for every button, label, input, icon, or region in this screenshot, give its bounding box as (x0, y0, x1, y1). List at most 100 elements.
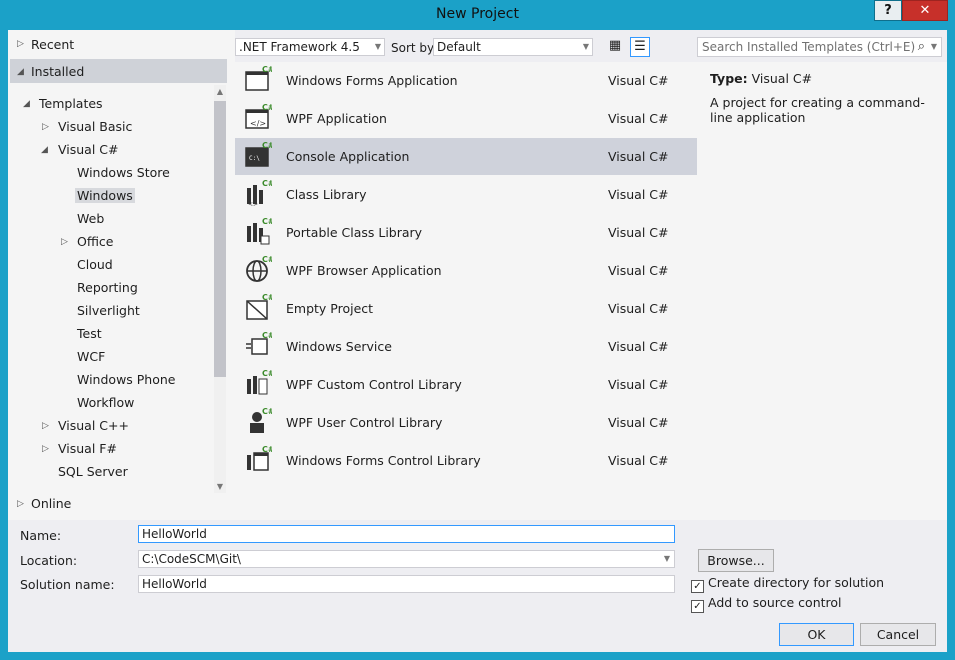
tree-item-windows[interactable]: Windows (75, 184, 135, 207)
svg-text:<>: <> (248, 201, 258, 208)
csharp-badge: C# (262, 142, 272, 150)
close-button[interactable]: ✕ (902, 0, 948, 21)
details-type: Type: Visual C# (710, 71, 812, 86)
cancel-button[interactable]: Cancel (860, 623, 936, 646)
title-bar: New Project ? ✕ (0, 0, 955, 30)
csharp-badge: C# (262, 332, 272, 340)
collapse-arrow-icon[interactable]: ◢ (17, 67, 24, 77)
framework-select[interactable]: .NET Framework 4.5 ▼ (235, 38, 385, 56)
solution-name-value: HelloWorld (142, 577, 207, 591)
template-language: Visual C# (608, 225, 669, 240)
new-project-dialog: New Project ? ✕ ▷ Recent ◢ Installed ◢ T… (0, 0, 955, 660)
tree-item-office[interactable]: Office (77, 230, 114, 253)
template-row[interactable]: </> C# WPF Application Visual C# (235, 100, 697, 137)
template-language: Visual C# (608, 301, 669, 316)
csharp-badge: C# (262, 294, 272, 302)
collapse-arrow-icon[interactable]: ◢ (23, 99, 30, 109)
tree-item-recent[interactable]: Recent (31, 33, 74, 56)
template-name: Windows Forms Control Library (286, 453, 481, 468)
template-language: Visual C# (608, 415, 669, 430)
template-row[interactable]: C# Windows Forms Control Library Visual … (235, 442, 697, 479)
tree-item-wcf[interactable]: WCF (77, 345, 105, 368)
solution-name-field[interactable]: HelloWorld (138, 575, 675, 593)
template-row[interactable]: C# WPF Browser Application Visual C# (235, 252, 697, 289)
template-row[interactable]: C# Windows Service Visual C# (235, 328, 697, 365)
scroll-up-icon[interactable]: ▲ (215, 87, 225, 96)
browse-button[interactable]: Browse... (698, 549, 774, 572)
dialog-client: ▷ Recent ◢ Installed ◢ Templates ▷ Visua… (8, 30, 947, 652)
chevron-down-icon[interactable]: ▼ (931, 38, 937, 56)
scroll-down-icon[interactable]: ▼ (215, 482, 225, 491)
source-control-label: Add to source control (708, 595, 842, 610)
checkmark-icon[interactable]: ✓ (691, 580, 704, 593)
search-input[interactable]: Search Installed Templates (Ctrl+E) ⌕ ▼ (697, 37, 942, 57)
expand-arrow-icon[interactable]: ▷ (61, 237, 68, 247)
template-language: Visual C# (608, 149, 669, 164)
type-label: Type: (710, 71, 748, 86)
tree-item-sql-server[interactable]: SQL Server (58, 460, 128, 483)
tree-item-web[interactable]: Web (77, 207, 104, 230)
template-language: Visual C# (608, 339, 669, 354)
search-icon[interactable]: ⌕ (918, 38, 925, 56)
expand-arrow-icon[interactable]: ▷ (42, 421, 49, 431)
tree-item-online[interactable]: Online (31, 492, 71, 515)
tree-item-windows-store[interactable]: Windows Store (77, 161, 170, 184)
tree-item-templates[interactable]: Templates (39, 92, 103, 115)
tree-item-silverlight[interactable]: Silverlight (77, 299, 140, 322)
svg-text:</>: </> (250, 119, 266, 128)
collapse-arrow-icon[interactable]: ◢ (41, 145, 48, 155)
list-view-icon[interactable]: ☰ (630, 37, 650, 57)
expand-arrow-icon[interactable]: ▷ (17, 39, 24, 49)
wpf-window-icon: </> C# (245, 104, 272, 129)
tree-item-visual-fsharp[interactable]: Visual F# (58, 437, 117, 460)
csharp-badge: C# (262, 66, 272, 74)
create-directory-label: Create directory for solution (708, 575, 885, 590)
location-field[interactable]: C:\CodeSCM\Git\ ▼ (138, 550, 675, 568)
framework-value: .NET Framework 4.5 (239, 40, 360, 54)
name-label: Name: (20, 528, 62, 543)
tree-item-reporting[interactable]: Reporting (77, 276, 138, 299)
template-row[interactable]: C# Windows Forms Application Visual C# (235, 62, 697, 99)
checkmark-icon[interactable]: ✓ (691, 600, 704, 613)
details-description: A project for creating a command-line ap… (710, 95, 925, 125)
tree-item-test[interactable]: Test (77, 322, 102, 345)
tree-item-visual-cpp[interactable]: Visual C++ (58, 414, 129, 437)
expand-arrow-icon[interactable]: ▷ (17, 499, 24, 509)
create-directory-checkbox[interactable]: ✓ Create directory for solution (691, 575, 884, 593)
template-name: WPF User Control Library (286, 415, 443, 430)
template-row-selected[interactable]: C:\C# Console Application Visual C# (235, 138, 697, 175)
template-row[interactable]: C# Empty Project Visual C# (235, 290, 697, 327)
template-language: Visual C# (608, 187, 669, 202)
tree-item-installed[interactable]: Installed (31, 60, 84, 83)
expand-arrow-icon[interactable]: ▷ (42, 122, 49, 132)
template-language: Visual C# (608, 263, 669, 278)
template-row[interactable]: <> C# Class Library Visual C# (235, 176, 697, 213)
csharp-badge: C# (262, 218, 272, 226)
source-control-checkbox[interactable]: ✓ Add to source control (691, 595, 842, 613)
template-name: WPF Application (286, 111, 387, 126)
tree-item-visual-basic[interactable]: Visual Basic (58, 115, 132, 138)
name-field[interactable]: HelloWorld (138, 525, 675, 543)
filter-bar: .NET Framework 4.5 ▼ Sort by: Default ▼ … (235, 30, 947, 62)
tree-item-visual-csharp[interactable]: Visual C# (58, 138, 119, 161)
scrollbar-thumb[interactable] (214, 101, 226, 377)
tree-item-cloud[interactable]: Cloud (77, 253, 113, 276)
tree-scrollbar[interactable]: ▲ ▼ (214, 85, 226, 493)
tree-item-workflow[interactable]: Workflow (77, 391, 134, 414)
template-row[interactable]: C# WPF Custom Control Library Visual C# (235, 366, 697, 403)
service-icon: C# (246, 332, 272, 355)
project-form: Name: HelloWorld Location: C:\CodeSCM\Gi… (8, 520, 947, 652)
template-row[interactable]: C# WPF User Control Library Visual C# (235, 404, 697, 441)
expand-arrow-icon[interactable]: ▷ (42, 444, 49, 454)
empty-project-icon: C# (246, 294, 272, 320)
tree-item-windows-phone[interactable]: Windows Phone (77, 368, 176, 391)
template-row[interactable]: C# Portable Class Library Visual C# (235, 214, 697, 251)
ok-button[interactable]: OK (779, 623, 854, 646)
chevron-down-icon[interactable]: ▼ (664, 551, 670, 567)
help-button[interactable]: ? (874, 0, 902, 21)
library-icon: <> C# (247, 180, 272, 208)
grid-view-icon[interactable]: ▦ (605, 37, 625, 57)
type-value: Visual C# (751, 71, 813, 86)
search-placeholder: Search Installed Templates (Ctrl+E) (702, 40, 916, 54)
sort-select[interactable]: Default ▼ (433, 38, 593, 56)
